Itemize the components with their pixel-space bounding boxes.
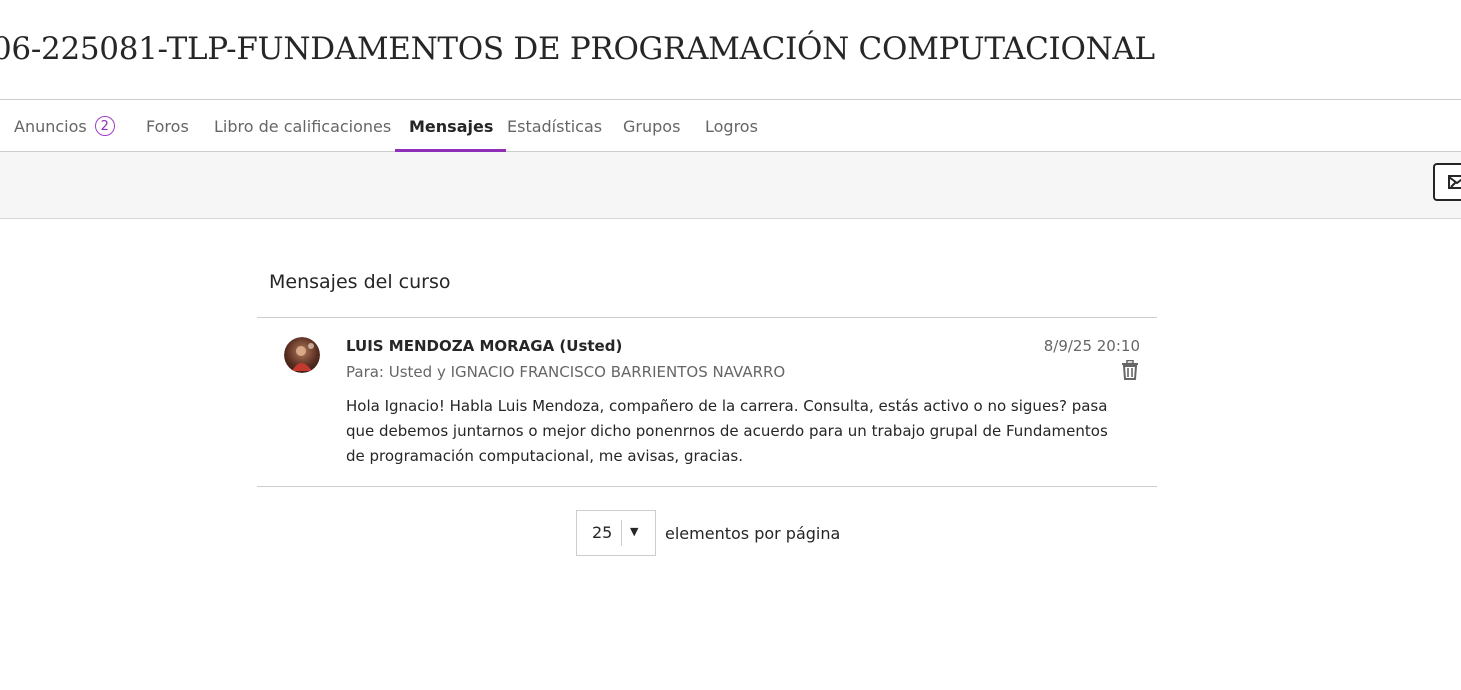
tab-label: Foros	[146, 116, 189, 136]
tab-anuncios[interactable]: Anuncios 2	[14, 100, 115, 152]
message-item: LUIS MENDOZA MORAGA (Usted) Para: Usted …	[257, 318, 1157, 486]
section-title: Mensajes del curso	[269, 271, 451, 293]
course-messages-page: 06-225081-TLP-FUNDAMENTOS DE PROGRAMACIÓ…	[0, 0, 1461, 690]
trash-icon	[1122, 360, 1138, 380]
tab-estadisticas[interactable]: Estadísticas	[507, 100, 602, 152]
tab-mensajes[interactable]: Mensajes	[394, 100, 507, 153]
delete-message-button[interactable]	[1119, 359, 1141, 381]
tab-libro-de-calificaciones[interactable]: Libro de calificaciones	[214, 100, 391, 152]
message-sender: LUIS MENDOZA MORAGA (Usted)	[346, 337, 623, 355]
tab-label: Logros	[705, 116, 758, 136]
message-recipients: Para: Usted y IGNACIO FRANCISCO BARRIENT…	[346, 363, 786, 381]
course-title: 06-225081-TLP-FUNDAMENTOS DE PROGRAMACIÓ…	[0, 31, 1155, 67]
tab-label: Libro de calificaciones	[214, 116, 392, 136]
tab-grupos[interactable]: Grupos	[623, 100, 680, 152]
message-timestamp: 8/9/25 20:10	[1043, 337, 1140, 355]
select-divider	[621, 520, 622, 546]
page-size-select[interactable]: 25 ▼	[576, 510, 656, 556]
tab-label: Grupos	[623, 116, 681, 136]
items-per-page-label: elementos por página	[665, 523, 841, 543]
compose-message-button[interactable]	[1433, 163, 1461, 201]
tab-label: Estadísticas	[507, 116, 603, 136]
pagination-controls: 25 ▼ elementos por página	[576, 510, 840, 556]
envelope-compose-icon	[1448, 175, 1461, 189]
message-body: Hola Ignacio! Habla Luis Mendoza, compañ…	[346, 397, 1108, 465]
page-size-value: 25	[592, 523, 613, 542]
tab-foros[interactable]: Foros	[146, 100, 189, 152]
caret-down-icon: ▼	[630, 525, 639, 538]
course-tab-bar: Anuncios 2 Foros Libro de calificaciones…	[0, 99, 1461, 153]
messages-toolbar	[0, 152, 1461, 219]
divider	[257, 486, 1157, 487]
tab-label: Anuncios	[14, 116, 87, 136]
tab-label: Mensajes	[409, 116, 494, 136]
unread-count-badge: 2	[94, 116, 115, 136]
avatar	[284, 337, 320, 373]
tab-logros[interactable]: Logros	[705, 100, 758, 152]
